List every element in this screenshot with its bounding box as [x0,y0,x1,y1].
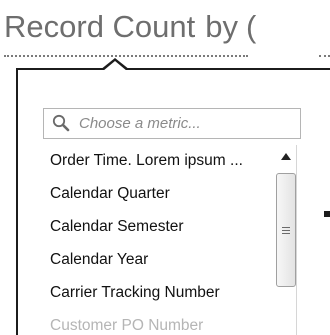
scroll-up-button[interactable] [274,145,297,167]
list-item[interactable]: Calendar Quarter [46,180,276,213]
metric-list: Order Time. Lorem ipsum ... Calendar Qua… [46,147,276,335]
metric-underline [4,55,248,57]
by-label: by [205,9,239,44]
dimension-underline [319,55,330,57]
list-item[interactable]: Order Time. Lorem ipsum ... [46,147,276,180]
list-item[interactable]: Calendar Semester [46,213,276,246]
search-icon [51,113,73,135]
dimension-selector[interactable]: ( [246,7,256,47]
search-input[interactable] [79,115,289,132]
list-item[interactable]: Customer PO Number [46,312,276,335]
list-scrollbar[interactable] [274,145,297,335]
dropdown-caret-fill [103,61,127,71]
metric-picker-view: Record Count by( Order Time. Lorem ipsum … [0,0,330,335]
list-item[interactable]: Calendar Year [46,246,276,279]
list-item[interactable]: Carrier Tracking Number [46,279,276,312]
adjacent-panel-edge [324,211,330,217]
scrollbar-track [296,145,297,335]
page-title: Record Count by( [4,7,256,47]
grip-lines-icon [282,226,290,234]
triangle-up-icon [280,147,291,165]
metric-search-box[interactable] [43,108,301,139]
metric-selector[interactable]: Record Count [4,7,195,47]
scrollbar-thumb[interactable] [276,173,296,287]
